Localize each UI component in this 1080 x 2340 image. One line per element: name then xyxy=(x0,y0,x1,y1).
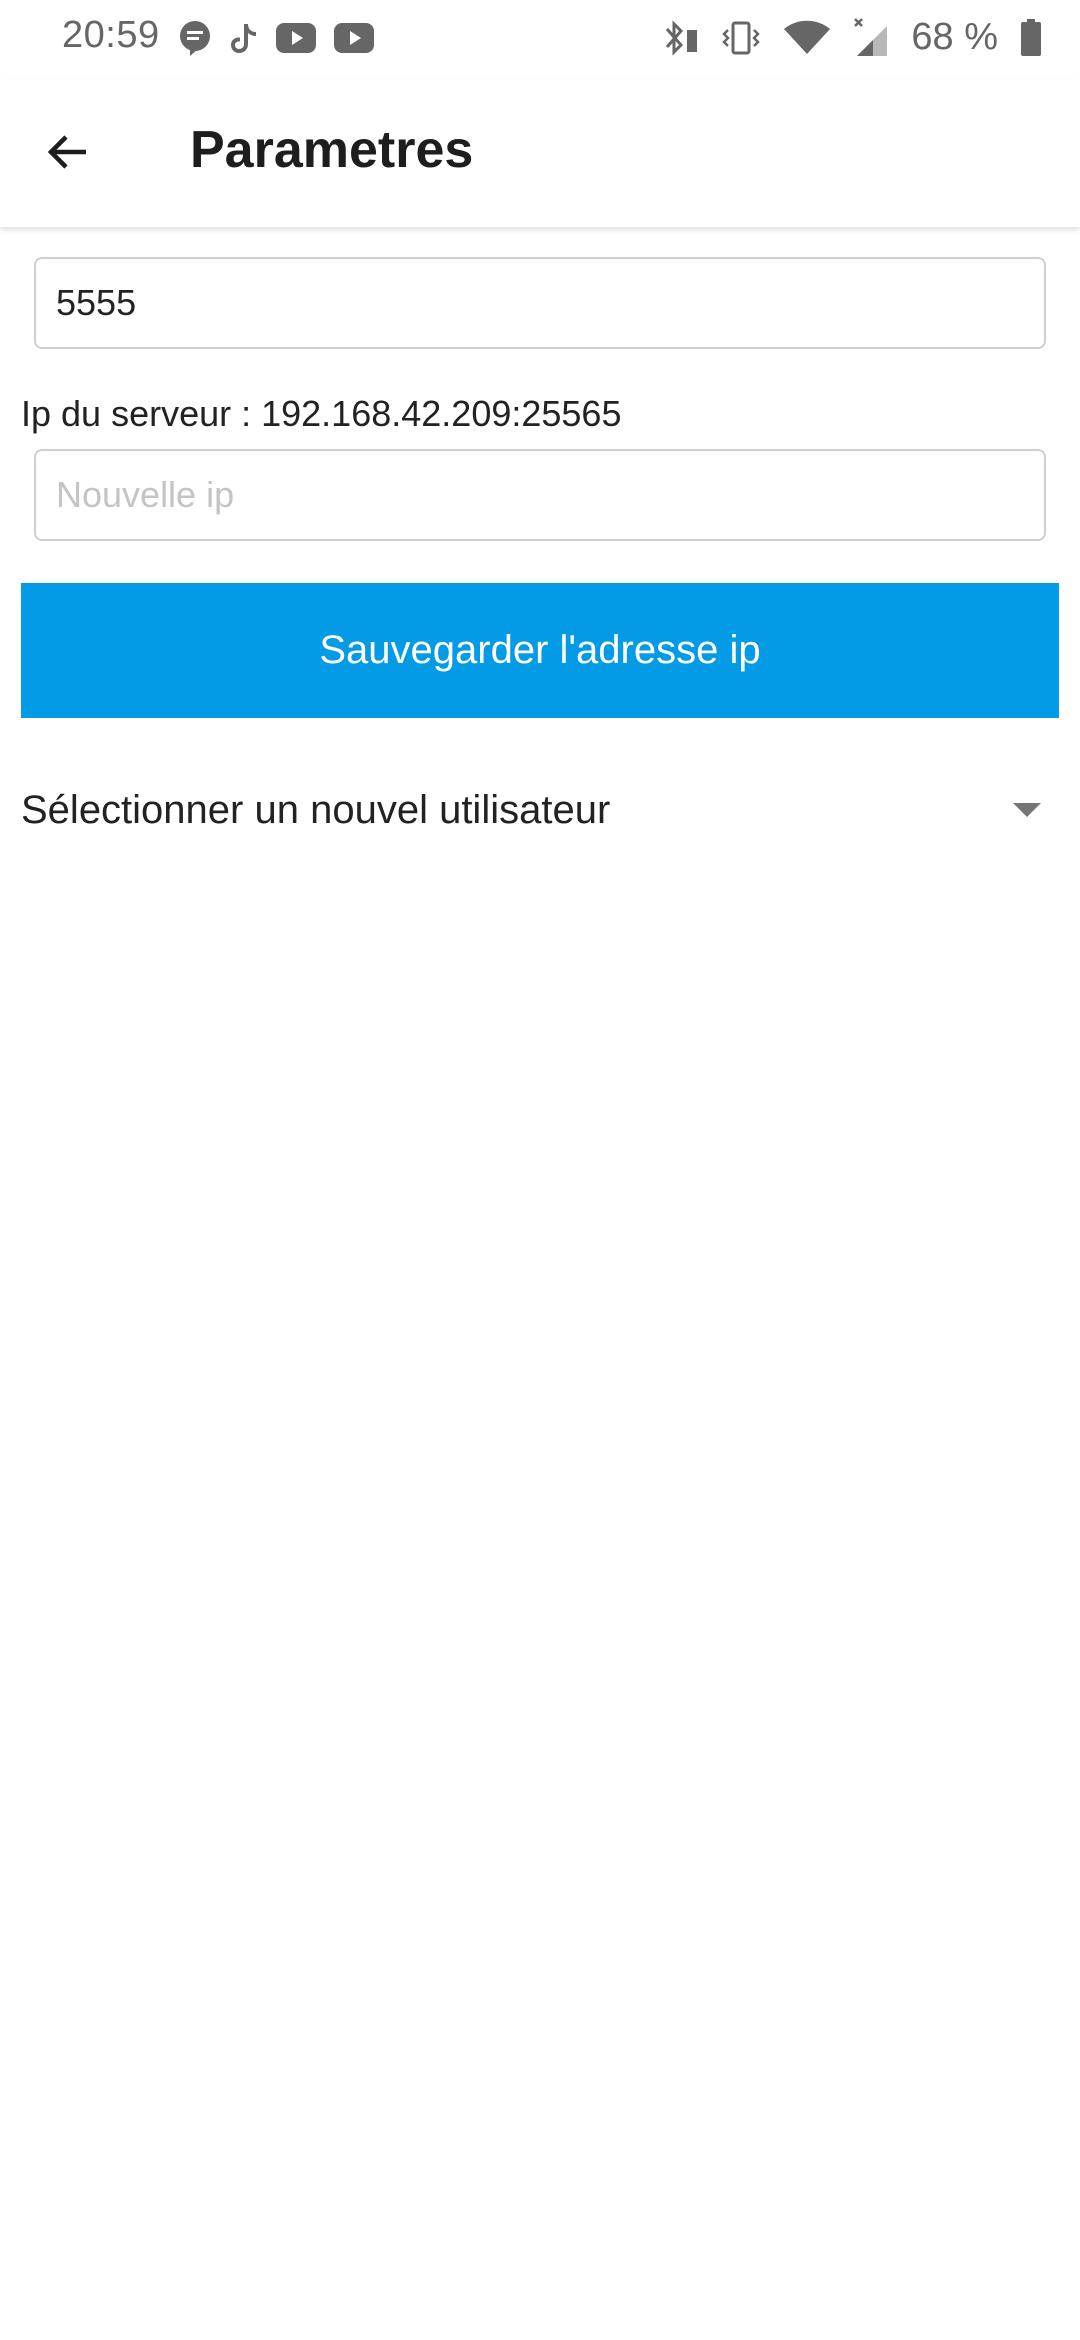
youtube-icon xyxy=(334,23,374,53)
user-select-dropdown[interactable]: Sélectionner un nouvel utilisateur xyxy=(21,767,1059,853)
chat-bubble-icon xyxy=(178,20,212,56)
bluetooth-icon xyxy=(661,19,699,56)
system-icons: 68 % xyxy=(661,16,1042,59)
back-button[interactable] xyxy=(30,116,106,192)
server-ip-label: Ip du serveur : 192.168.42.209:25565 xyxy=(21,393,622,434)
notification-icons xyxy=(178,20,374,56)
cell-signal-icon xyxy=(853,17,889,58)
status-time: 20:59 xyxy=(62,14,160,56)
youtube-icon xyxy=(276,23,316,53)
status-bar: 20:59 68 % xyxy=(0,0,1080,80)
battery-icon xyxy=(1020,18,1042,57)
wifi-icon xyxy=(783,20,831,56)
app-bar: Parametres xyxy=(0,80,1080,227)
arrow-back-icon xyxy=(44,128,92,181)
page-title: Parametres xyxy=(190,121,474,179)
tiktok-icon xyxy=(230,22,258,54)
battery-percent: 68 % xyxy=(911,16,998,58)
vibrate-icon xyxy=(721,20,761,56)
dropdown-arrow-icon xyxy=(1013,803,1041,817)
new-ip-input[interactable] xyxy=(34,449,1046,541)
port-field[interactable] xyxy=(34,257,1046,349)
user-select-label: Sélectionner un nouvel utilisateur xyxy=(21,787,611,832)
save-ip-button[interactable]: Sauvegarder l'adresse ip xyxy=(21,583,1059,718)
